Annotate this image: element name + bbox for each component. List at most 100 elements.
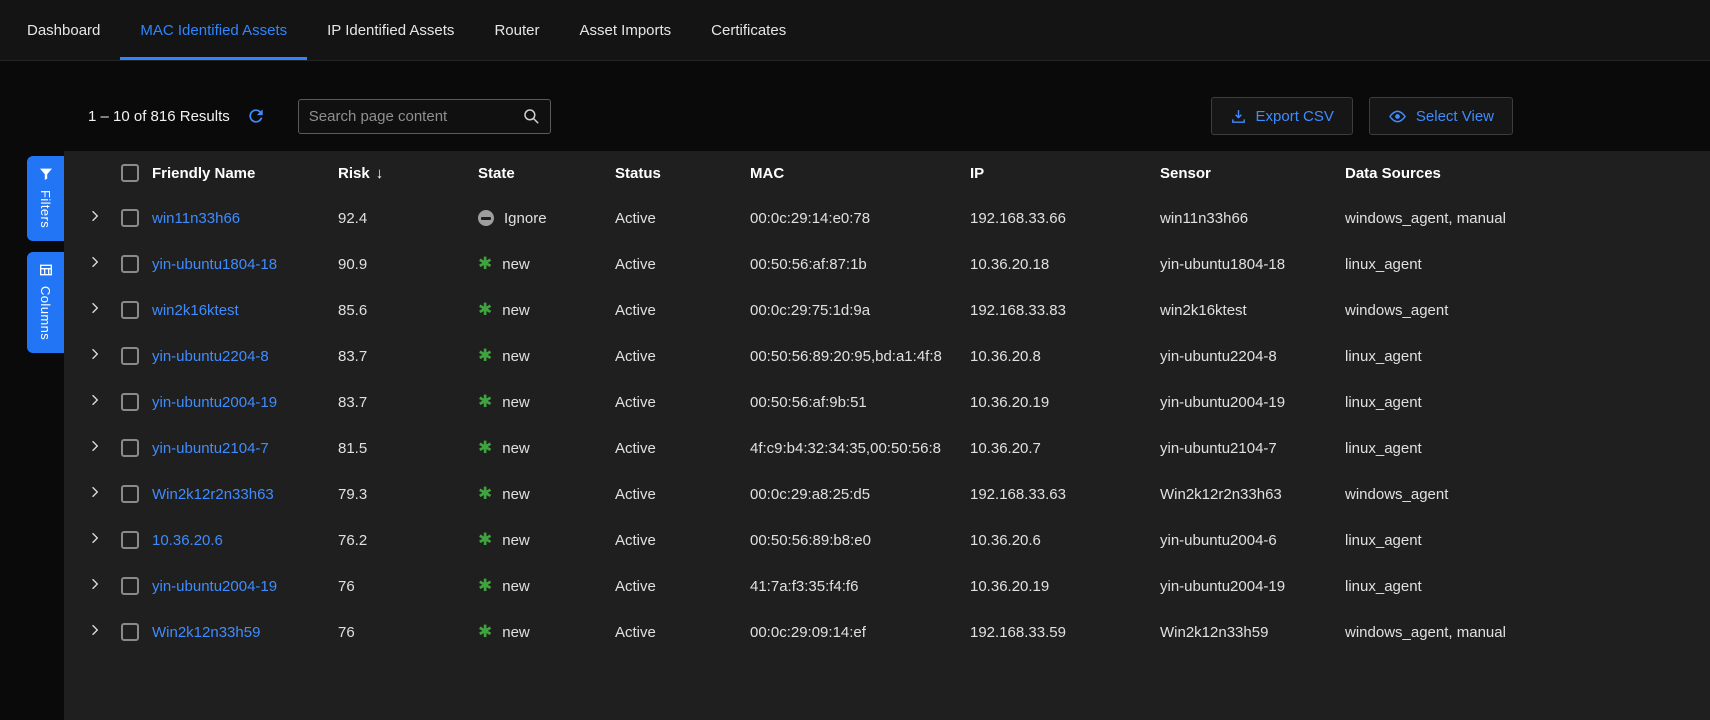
row-checkbox[interactable]	[121, 209, 139, 227]
row-expand-chevron-icon[interactable]	[88, 347, 102, 361]
status-cell: Active	[611, 333, 746, 379]
select-view-label: Select View	[1416, 108, 1494, 125]
row-expand-chevron-icon[interactable]	[88, 255, 102, 269]
state-ignore-icon	[478, 210, 494, 226]
row-checkbox[interactable]	[121, 623, 139, 641]
table-row: yin-ubuntu2104-7 81.5 new Active 4f:c9:b…	[64, 425, 1710, 471]
export-csv-button[interactable]: Export CSV	[1211, 97, 1353, 135]
state-label: new	[502, 302, 530, 319]
mac-cell: 41:7a:f3:35:f4:f6	[746, 563, 966, 609]
search-icon[interactable]	[522, 107, 540, 125]
row-expand-chevron-icon[interactable]	[88, 623, 102, 637]
columns-side-tab[interactable]: Columns	[27, 252, 64, 353]
friendly-name-link[interactable]: yin-ubuntu2204-8	[152, 348, 269, 365]
friendly-name-link[interactable]: Win2k12r2n33h63	[152, 486, 274, 503]
state-label: new	[502, 394, 530, 411]
mac-cell: 00:0c:29:14:e0:78	[746, 195, 966, 241]
row-expand-chevron-icon[interactable]	[88, 531, 102, 545]
ip-cell: 10.36.20.6	[966, 517, 1156, 563]
column-header-mac[interactable]: MAC	[746, 151, 966, 195]
status-cell: Active	[611, 517, 746, 563]
ip-cell: 192.168.33.83	[966, 287, 1156, 333]
row-checkbox[interactable]	[121, 255, 139, 273]
eye-icon	[1388, 107, 1407, 126]
tab-ip-identified-assets[interactable]: IP Identified Assets	[307, 0, 474, 60]
row-checkbox[interactable]	[121, 439, 139, 457]
expand-column-header	[64, 151, 112, 195]
status-cell: Active	[611, 195, 746, 241]
asset-table-panel: Filters Columns Friendly Name Risk↓ Stat…	[64, 151, 1710, 720]
toolbar-actions: Export CSV Select View	[1211, 97, 1513, 135]
download-icon	[1230, 108, 1247, 125]
row-expand-chevron-icon[interactable]	[88, 393, 102, 407]
friendly-name-link[interactable]: 10.36.20.6	[152, 532, 223, 549]
status-cell: Active	[611, 287, 746, 333]
row-expand-chevron-icon[interactable]	[88, 301, 102, 315]
row-checkbox[interactable]	[121, 485, 139, 503]
data-sources-cell: windows_agent	[1341, 471, 1710, 517]
data-sources-cell: linux_agent	[1341, 517, 1710, 563]
select-view-button[interactable]: Select View	[1369, 97, 1513, 135]
row-checkbox[interactable]	[121, 531, 139, 549]
friendly-name-link[interactable]: yin-ubuntu2104-7	[152, 440, 269, 457]
tab-dashboard[interactable]: Dashboard	[7, 0, 120, 60]
sensor-cell: yin-ubuntu2004-6	[1156, 517, 1341, 563]
risk-cell: 83.7	[334, 333, 474, 379]
grid-icon	[38, 262, 54, 278]
sensor-cell: win2k16ktest	[1156, 287, 1341, 333]
column-header-status[interactable]: Status	[611, 151, 746, 195]
filters-side-tab[interactable]: Filters	[27, 156, 64, 241]
column-header-friendly-name[interactable]: Friendly Name	[148, 151, 334, 195]
data-sources-cell: linux_agent	[1341, 333, 1710, 379]
state-new-icon	[478, 577, 492, 595]
state-label: Ignore	[504, 210, 547, 227]
friendly-name-link[interactable]: win2k16ktest	[152, 302, 239, 319]
column-header-risk[interactable]: Risk↓	[334, 151, 474, 195]
risk-cell: 90.9	[334, 241, 474, 287]
column-header-sensor[interactable]: Sensor	[1156, 151, 1341, 195]
column-header-state[interactable]: State	[474, 151, 611, 195]
status-cell: Active	[611, 425, 746, 471]
friendly-name-link[interactable]: yin-ubuntu2004-19	[152, 578, 277, 595]
risk-cell: 92.4	[334, 195, 474, 241]
table-row: 10.36.20.6 76.2 new Active 00:50:56:89:b…	[64, 517, 1710, 563]
risk-cell: 85.6	[334, 287, 474, 333]
friendly-name-link[interactable]: win11n33h66	[152, 210, 240, 227]
tab-asset-imports[interactable]: Asset Imports	[559, 0, 691, 60]
ip-cell: 10.36.20.7	[966, 425, 1156, 471]
row-expand-chevron-icon[interactable]	[88, 577, 102, 591]
table-row: Win2k12n33h59 76 new Active 00:0c:29:09:…	[64, 609, 1710, 655]
results-count: 1 – 10 of 816 Results	[88, 108, 230, 125]
table-row: yin-ubuntu1804-18 90.9 new Active 00:50:…	[64, 241, 1710, 287]
status-cell: Active	[611, 241, 746, 287]
state-label: new	[502, 578, 530, 595]
status-cell: Active	[611, 563, 746, 609]
row-checkbox[interactable]	[121, 301, 139, 319]
tab-certificates[interactable]: Certificates	[691, 0, 806, 60]
friendly-name-link[interactable]: yin-ubuntu1804-18	[152, 256, 277, 273]
row-checkbox[interactable]	[121, 577, 139, 595]
sensor-cell: Win2k12r2n33h63	[1156, 471, 1341, 517]
state-label: new	[502, 532, 530, 549]
toolbar: 1 – 10 of 816 Results Export CSV Select …	[88, 97, 1513, 135]
search-input[interactable]	[309, 108, 522, 125]
mac-cell: 00:0c:29:a8:25:d5	[746, 471, 966, 517]
friendly-name-link[interactable]: yin-ubuntu2004-19	[152, 394, 277, 411]
risk-cell: 81.5	[334, 425, 474, 471]
tab-mac-identified-assets[interactable]: MAC Identified Assets	[120, 0, 307, 60]
friendly-name-link[interactable]: Win2k12n33h59	[152, 624, 260, 641]
row-expand-chevron-icon[interactable]	[88, 439, 102, 453]
tab-router[interactable]: Router	[474, 0, 559, 60]
table-row: win2k16ktest 85.6 new Active 00:0c:29:75…	[64, 287, 1710, 333]
column-header-data-sources[interactable]: Data Sources	[1341, 151, 1710, 195]
row-checkbox[interactable]	[121, 347, 139, 365]
row-expand-chevron-icon[interactable]	[88, 485, 102, 499]
column-header-ip[interactable]: IP	[966, 151, 1156, 195]
status-cell: Active	[611, 379, 746, 425]
state-label: new	[502, 440, 530, 457]
select-all-checkbox[interactable]	[121, 164, 139, 182]
row-checkbox[interactable]	[121, 393, 139, 411]
row-expand-chevron-icon[interactable]	[88, 209, 102, 223]
refresh-button[interactable]	[244, 104, 268, 128]
state-label: new	[502, 486, 530, 503]
